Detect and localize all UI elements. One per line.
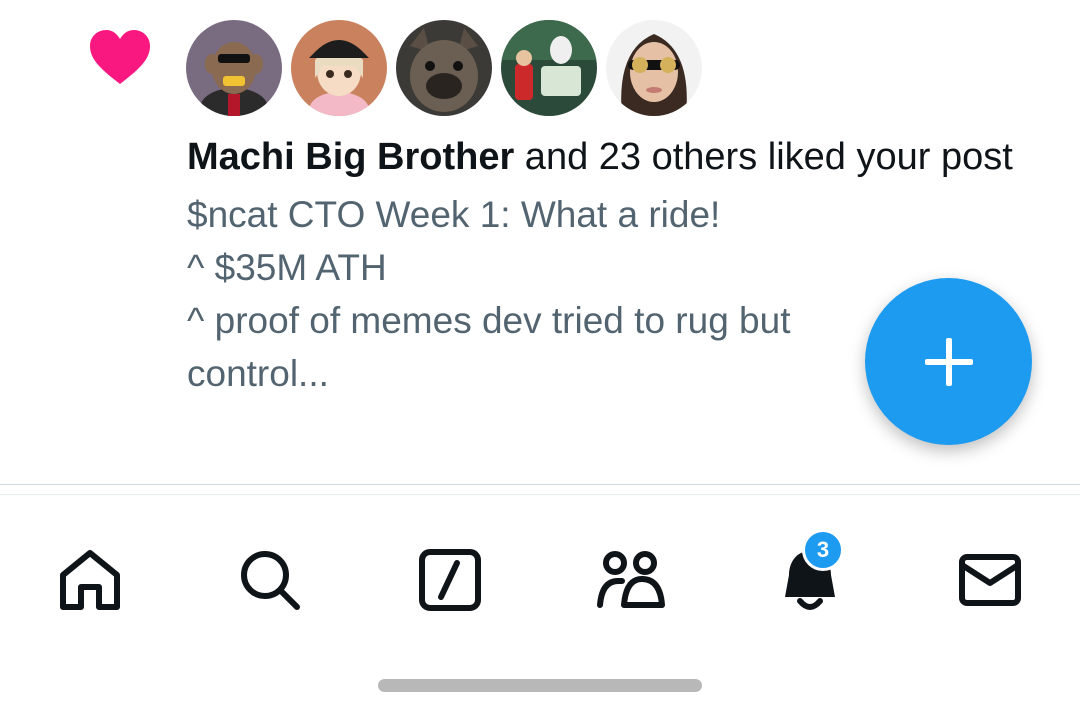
bulldog-avatar[interactable] [396, 20, 492, 116]
liker-name[interactable]: Machi Big Brother [187, 136, 514, 178]
liked-summary: Machi Big Brother and 23 others liked yo… [187, 130, 1017, 184]
home-icon [60, 550, 120, 610]
grok-icon [419, 549, 481, 611]
liked-text: and 23 others liked your post [514, 136, 1013, 178]
notification-count-badge: 3 [802, 529, 844, 571]
tab-communities[interactable] [585, 535, 675, 625]
home-indicator[interactable] [378, 679, 702, 692]
preview-line: $ncat CTO Week 1: What a ride! [187, 194, 721, 235]
divider [0, 484, 1080, 485]
search-icon [241, 551, 300, 610]
woman-coins-eyes-avatar[interactable] [606, 20, 702, 116]
communities-icon [597, 551, 665, 608]
tab-home[interactable] [45, 535, 135, 625]
mail-icon [959, 554, 1021, 606]
anime-girl-avatar[interactable] [291, 20, 387, 116]
heart-icon [90, 30, 150, 84]
tab-grok[interactable] [405, 535, 495, 625]
tab-messages[interactable] [945, 535, 1035, 625]
plus-icon [924, 337, 973, 386]
bottom-tab-bar [0, 495, 1080, 665]
tab-search[interactable] [225, 535, 315, 625]
et-movie-avatar[interactable] [501, 20, 597, 116]
compose-post-button[interactable] [865, 278, 1032, 445]
avatar-row [186, 20, 702, 116]
ape-avatar[interactable] [186, 20, 282, 116]
